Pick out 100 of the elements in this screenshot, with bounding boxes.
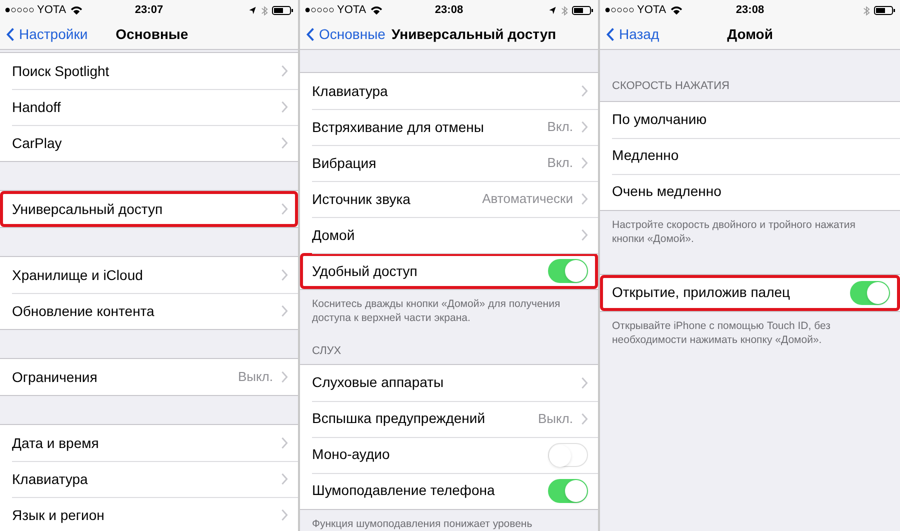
chevron-right-icon: [281, 65, 288, 77]
screen-title: Домой: [727, 25, 773, 44]
status-time: 23:08: [736, 2, 764, 18]
section-footer: Настройте скорость двойного и тройного нажатия кнопки «Домой».: [600, 210, 900, 246]
chevron-right-icon: [281, 203, 288, 215]
battery-icon: [874, 6, 895, 14]
carrier-name: YOTA: [637, 2, 666, 18]
toggle-switch[interactable]: [850, 280, 890, 304]
section-footer: Функция шумоподавления понижает уровень: [300, 510, 598, 530]
row-value: Выкл.: [538, 410, 573, 428]
wifi-icon: [670, 5, 684, 15]
settings-row[interactable]: Открытие, приложив палец: [600, 274, 900, 310]
row-label: Хранилище и iCloud: [12, 266, 143, 285]
settings-row[interactable]: Вибрация Вкл.: [300, 145, 598, 181]
settings-row[interactable]: Хранилище и iCloud: [0, 257, 298, 293]
row-label: Открытие, приложив палец: [612, 283, 790, 302]
back-chevron-icon: [6, 27, 15, 42]
row-label: Шумоподавление телефона: [312, 481, 495, 500]
settings-row[interactable]: Медленно: [600, 138, 900, 174]
section-footer: Коснитесь дважды кнопки «Домой» для получения доступа к верхней части экрана.: [300, 290, 598, 325]
battery-icon: [572, 6, 593, 14]
row-label: Ограничения: [12, 368, 98, 387]
section-header: СЛУХ: [311, 344, 342, 359]
settings-row[interactable]: Универсальный доступ: [0, 191, 298, 227]
row-label: Клавиатура: [12, 470, 88, 489]
carrier-name: YOTA: [337, 2, 366, 18]
row-value: Выкл.: [238, 368, 273, 386]
settings-row[interactable]: Слуховые аппараты: [300, 364, 598, 400]
chevron-right-icon: [581, 85, 588, 97]
back-button[interactable]: Назад: [606, 24, 660, 45]
chevron-right-icon: [281, 101, 288, 113]
row-label: Поиск Spotlight: [12, 62, 110, 81]
settings-row[interactable]: Дата и время: [0, 425, 298, 461]
settings-row[interactable]: CarPlay: [0, 125, 298, 161]
toggle-switch[interactable]: [548, 259, 588, 283]
back-button[interactable]: Настройки: [6, 24, 88, 45]
row-label: Обновление контента: [12, 302, 154, 320]
settings-row[interactable]: Обновление контента: [0, 293, 298, 329]
chevron-right-icon: [581, 121, 588, 133]
row-label: Удобный доступ: [312, 262, 418, 281]
battery-icon: [272, 6, 293, 14]
settings-row[interactable]: По умолчанию: [600, 102, 900, 138]
screen-title: Основные: [116, 25, 188, 44]
settings-row[interactable]: Язык и регион: [0, 497, 298, 531]
status-time: 23:07: [134, 2, 164, 18]
back-button[interactable]: Основные: [306, 24, 386, 45]
row-label: Слуховые аппараты: [312, 373, 444, 392]
settings-row[interactable]: Шумоподавление телефона: [300, 472, 598, 508]
row-label: Медленно: [612, 146, 679, 165]
signal-icon: [305, 7, 334, 13]
settings-row[interactable]: Встряхивание для отмены Вкл.: [300, 109, 598, 145]
settings-row[interactable]: Удобный доступ: [300, 253, 598, 289]
section-footer: Открывайте iPhone с помощью Touch ID, без необходимости нажимать кнопку «Домой».: [600, 312, 900, 346]
wifi-icon: [70, 5, 84, 15]
chevron-right-icon: [281, 305, 288, 317]
settings-row[interactable]: Очень медленно: [600, 174, 900, 210]
screen-title: Универсальный доступ: [391, 25, 556, 44]
chevron-right-icon: [581, 229, 588, 241]
chevron-right-icon: [281, 509, 288, 521]
row-label: Источник звука: [312, 190, 410, 209]
row-value: Вкл.: [547, 154, 573, 172]
bluetooth-icon: [561, 4, 568, 16]
toggle-switch[interactable]: [548, 442, 588, 466]
row-label: Домой: [312, 226, 355, 245]
row-label: Дата и время: [12, 434, 99, 453]
settings-row[interactable]: Моно-аудио: [300, 436, 598, 472]
wifi-icon: [370, 5, 384, 15]
toggle-switch[interactable]: [548, 478, 588, 502]
row-label: Вибрация: [312, 154, 376, 173]
carrier-name: YOTA: [37, 2, 66, 18]
row-label: Очень медленно: [612, 182, 722, 201]
chevron-right-icon: [281, 371, 288, 383]
settings-row[interactable]: Ограничения Выкл.: [0, 359, 298, 395]
row-label: Язык и регион: [12, 506, 104, 525]
settings-row[interactable]: Домой: [300, 217, 598, 253]
row-label: Встряхивание для отмены: [312, 118, 484, 137]
row-label: Моно-аудио: [312, 445, 390, 464]
chevron-right-icon: [281, 473, 288, 485]
bluetooth-icon: [863, 4, 870, 16]
chevron-right-icon: [281, 137, 288, 149]
chevron-right-icon: [581, 157, 588, 169]
row-label: Универсальный доступ: [12, 200, 163, 219]
status-time: 23:08: [434, 2, 464, 18]
settings-row[interactable]: Поиск Spotlight: [0, 53, 298, 89]
settings-row[interactable]: Источник звука Автоматически: [300, 181, 598, 217]
settings-row[interactable]: Клавиатура: [300, 73, 598, 109]
settings-row[interactable]: Вспышка предупреждений Выкл.: [300, 400, 598, 436]
row-label: CarPlay: [12, 134, 62, 153]
row-label: Handoff: [12, 98, 61, 116]
settings-row[interactable]: Клавиатура: [0, 461, 298, 497]
row-label: Клавиатура: [312, 82, 388, 101]
row-label: Вспышка предупреждений: [312, 409, 486, 428]
back-chevron-icon: [306, 27, 315, 42]
settings-row[interactable]: Handoff: [0, 89, 298, 125]
chevron-right-icon: [581, 376, 588, 388]
row-value: Вкл.: [547, 118, 573, 136]
row-value: Автоматически: [482, 190, 573, 208]
section-header: СКОРОСТЬ НАЖАТИЯ: [611, 79, 730, 94]
chevron-right-icon: [281, 437, 288, 449]
chevron-right-icon: [581, 412, 588, 424]
